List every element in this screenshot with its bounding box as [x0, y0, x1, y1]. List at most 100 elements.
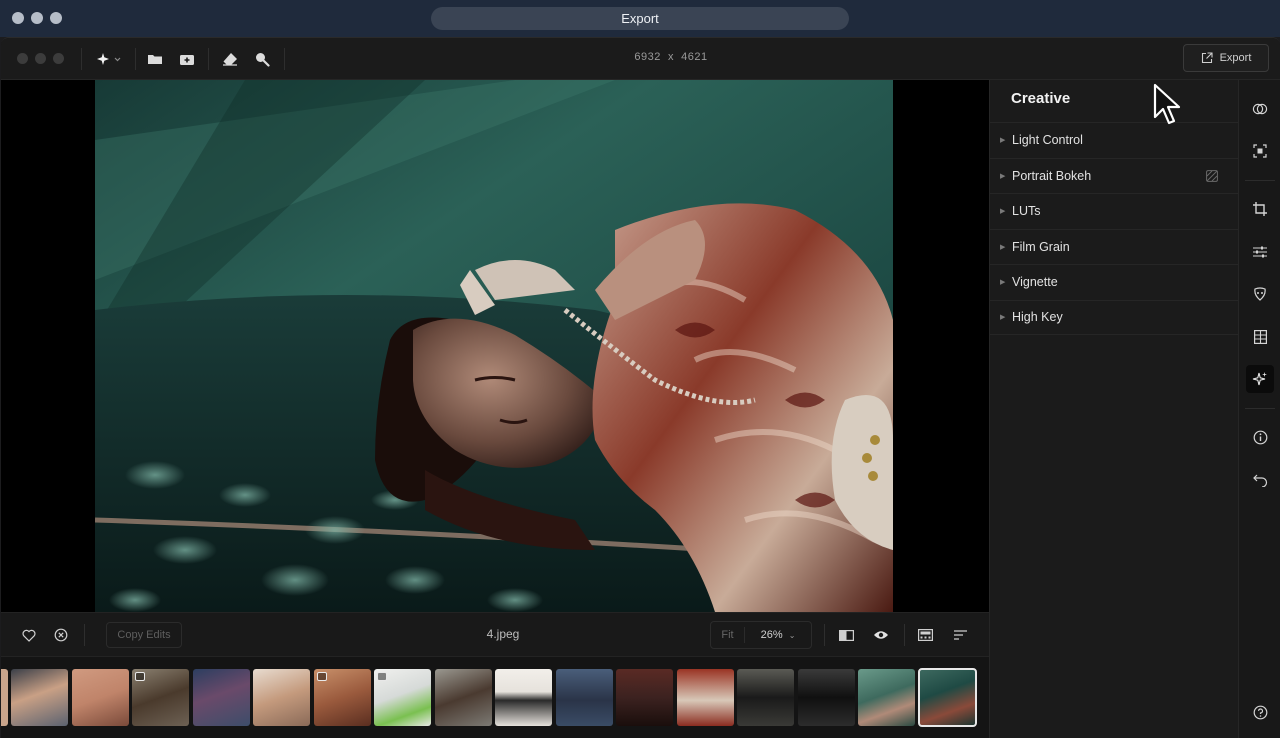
image-canvas[interactable]: [1, 80, 989, 612]
folder-icon[interactable]: [145, 48, 165, 70]
disclosure-triangle-icon: ▶: [1000, 208, 1006, 216]
panel-item-film-grain[interactable]: ▶ Film Grain: [990, 228, 1239, 265]
rail-divider: [1245, 180, 1275, 181]
panel-item-luts[interactable]: ▶ LUTs: [990, 193, 1239, 229]
toolbar-divider: [284, 48, 285, 70]
edited-badge-icon: [317, 672, 327, 681]
filmstrip-thumbnail[interactable]: [798, 669, 855, 726]
app-zoom-button[interactable]: [53, 53, 64, 64]
tool-rail: [1238, 80, 1280, 738]
crop-icon[interactable]: [1246, 195, 1274, 223]
zoom-window-button[interactable]: [50, 12, 62, 24]
panel-item-label: Film Grain: [1012, 239, 1070, 254]
bottom-bar: Copy Edits 4.jpeg Fit 26% ⌄: [1, 612, 989, 656]
bottom-divider: [904, 624, 905, 646]
magic-wand-icon[interactable]: [93, 48, 125, 70]
disclosure-triangle-icon: ▶: [1000, 172, 1006, 180]
disclosure-triangle-icon: ▶: [1000, 314, 1006, 322]
filmstrip-thumbnail[interactable]: [314, 669, 371, 726]
chevron-down-icon: ⌄: [788, 631, 796, 640]
close-window-button[interactable]: [12, 12, 24, 24]
disclosure-triangle-icon: ▶: [1000, 243, 1006, 251]
panel-item-portrait-bokeh[interactable]: ▶ Portrait Bokeh: [990, 157, 1239, 194]
disclosure-triangle-icon: ▶: [1000, 279, 1006, 287]
filmstrip-thumbnail[interactable]: [616, 669, 673, 726]
zoom-control[interactable]: Fit 26% ⌄: [710, 621, 812, 649]
panel-item-vignette[interactable]: ▶ Vignette: [990, 264, 1239, 300]
export-button[interactable]: Export: [1183, 44, 1269, 72]
minimize-window-button[interactable]: [31, 12, 43, 24]
filmstrip[interactable]: [1, 656, 989, 738]
filmstrip-thumbnail[interactable]: [556, 669, 613, 726]
color-circles-icon[interactable]: [1246, 95, 1274, 123]
filmstrip-thumbnail[interactable]: [495, 669, 552, 726]
toolbar-divider: [81, 48, 82, 70]
toolbar-divider: [208, 48, 209, 70]
sort-icon[interactable]: [949, 624, 971, 646]
panel-item-light-control[interactable]: ▶ Light Control: [990, 122, 1239, 158]
main-photo[interactable]: [95, 80, 893, 612]
eye-icon[interactable]: [870, 624, 892, 646]
filmstrip-thumbnail-selected[interactable]: [918, 668, 977, 727]
filmstrip-thumbnail[interactable]: [374, 669, 431, 726]
filmstrip-thumbnail[interactable]: [435, 669, 492, 726]
copy-edits-button[interactable]: Copy Edits: [106, 622, 182, 648]
traffic-lights: [17, 53, 64, 64]
filmstrip-thumbnail[interactable]: [72, 669, 129, 726]
toolbar-divider: [135, 48, 136, 70]
panel-item-label: Portrait Bokeh: [1012, 168, 1092, 183]
app-close-button[interactable]: [17, 53, 28, 64]
bottom-divider: [84, 624, 85, 646]
face-select-icon[interactable]: [1246, 137, 1274, 165]
app-minimize-button[interactable]: [35, 53, 46, 64]
creative-tools-list: ▶ Light Control ▶ Portrait Bokeh ▶ LUTs …: [990, 122, 1239, 335]
panel-title: Creative: [1011, 90, 1071, 107]
export-button-label: Export: [1219, 52, 1252, 64]
window-controls: [12, 12, 62, 24]
heart-icon[interactable]: [18, 624, 40, 646]
sliders-icon[interactable]: [1246, 238, 1274, 266]
panel-item-label: LUTs: [1012, 204, 1041, 219]
filmstrip-thumbnail[interactable]: [253, 669, 310, 726]
app-window: 6932 x 4621 Export Copy Edits 4.jpeg Fit…: [1, 37, 1280, 738]
mask-icon[interactable]: [1246, 280, 1274, 308]
unavailable-icon: [1206, 169, 1218, 185]
export-icon: [1201, 52, 1213, 64]
grid-icon[interactable]: [1246, 323, 1274, 351]
filmstrip-thumbnail[interactable]: [11, 669, 68, 726]
panel-item-label: High Key: [1012, 310, 1063, 325]
disclosure-triangle-icon: ▶: [1000, 137, 1006, 145]
filmstrip-thumbnail[interactable]: [737, 669, 794, 726]
compare-icon[interactable]: [835, 624, 857, 646]
filmstrip-toggle-icon[interactable]: [914, 624, 936, 646]
panel-item-label: Vignette: [1012, 275, 1058, 290]
creative-panel: Creative ▶ Light Control ▶ Portrait Boke…: [989, 80, 1239, 738]
zoom-select[interactable]: 26% ⌄: [745, 629, 811, 641]
filmstrip-thumbnail[interactable]: [193, 669, 250, 726]
panel-item-high-key[interactable]: ▶ High Key: [990, 299, 1239, 335]
filmstrip-thumbnail[interactable]: [677, 669, 734, 726]
rail-divider: [1245, 408, 1275, 409]
reject-icon[interactable]: [50, 624, 72, 646]
image-dimensions: 6932 x 4621: [634, 51, 708, 63]
eraser-icon[interactable]: [219, 48, 241, 70]
outer-window-bar: Export: [0, 0, 1280, 37]
help-icon[interactable]: [1246, 698, 1274, 726]
info-icon[interactable]: [1246, 423, 1274, 451]
filmstrip-thumbnail[interactable]: [132, 669, 189, 726]
zoom-value: 26%: [760, 629, 783, 641]
edited-badge-icon: [135, 672, 145, 681]
undo-icon[interactable]: [1246, 466, 1274, 494]
mouse-cursor-icon: [1153, 83, 1181, 125]
search-icon[interactable]: [251, 48, 273, 70]
edited-badge-icon: [377, 672, 387, 681]
import-icon[interactable]: [177, 48, 197, 70]
filmstrip-thumbnail[interactable]: [858, 669, 915, 726]
window-title: Export: [431, 7, 849, 30]
fit-button[interactable]: Fit: [711, 627, 745, 643]
bottom-divider: [824, 624, 825, 646]
sparkle-icon[interactable]: [1246, 365, 1274, 393]
panel-item-label: Light Control: [1012, 133, 1083, 148]
filmstrip-thumbnail[interactable]: [1, 669, 8, 726]
file-name: 4.jpeg: [486, 627, 520, 641]
